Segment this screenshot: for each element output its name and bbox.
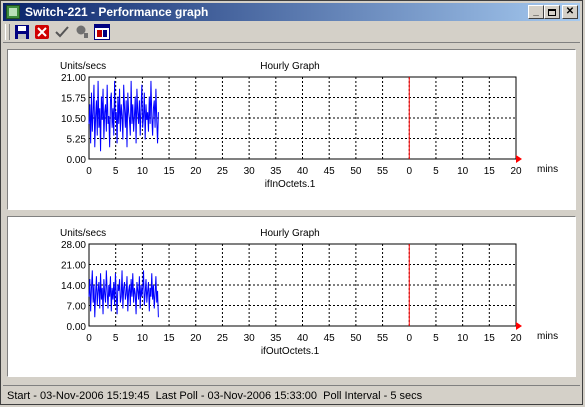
x-tick-label: 5 bbox=[433, 166, 439, 177]
x-tick-label: 5 bbox=[433, 333, 439, 344]
save-button[interactable] bbox=[14, 24, 30, 40]
x-tick-label: 20 bbox=[190, 166, 202, 177]
graph-title: Hourly Graph bbox=[260, 61, 319, 72]
x-tick-label: 45 bbox=[324, 333, 336, 344]
graph-title: Hourly Graph bbox=[260, 228, 319, 239]
y-axis-label: Units/secs bbox=[60, 228, 106, 239]
x-tick-label: 30 bbox=[244, 166, 256, 177]
window-button[interactable] bbox=[94, 24, 110, 40]
minimize-icon: _ bbox=[533, 6, 539, 17]
maximize-icon bbox=[548, 8, 556, 16]
app-icon bbox=[6, 5, 20, 19]
x-tick-label: 15 bbox=[484, 333, 496, 344]
toolbar-grip[interactable] bbox=[5, 24, 10, 40]
out-octets-graph: Units/secs Hourly Graph 28.00 21.00 14.00 7.0… bbox=[60, 228, 558, 357]
x-tick-label: 25 bbox=[217, 333, 229, 344]
x-tick-label: 0 bbox=[406, 166, 412, 177]
y-tick-label: 0.00 bbox=[67, 155, 87, 166]
window-icon bbox=[94, 24, 110, 40]
search-icon bbox=[76, 25, 88, 38]
x-tick-label: 35 bbox=[270, 333, 282, 344]
x-tick-label: 45 bbox=[324, 166, 336, 177]
window-title: Switch-221 - Performance graph bbox=[25, 5, 209, 19]
close-button[interactable]: ✕ bbox=[562, 5, 578, 19]
status-text: Start - 03-Nov-2006 15:19:45 Last Poll -… bbox=[7, 389, 423, 402]
x-tick-label: 0 bbox=[86, 333, 92, 344]
x-tick-label: 30 bbox=[244, 333, 256, 344]
graph-panel-out: Units/secs Hourly Graph 28.00 21.00 14.00 7.0… bbox=[7, 216, 576, 377]
x-tick-label: 0 bbox=[86, 166, 92, 177]
toolbar bbox=[3, 22, 580, 43]
x-tick-label: 15 bbox=[484, 166, 496, 177]
x-tick-label: 50 bbox=[350, 166, 362, 177]
x-tick-label: 35 bbox=[270, 166, 282, 177]
y-tick-label: 21.00 bbox=[61, 73, 86, 84]
x-unit-label: mins bbox=[537, 331, 558, 342]
save-icon bbox=[15, 25, 29, 39]
x-tick-label: 20 bbox=[510, 166, 522, 177]
y-tick-label: 5.25 bbox=[67, 135, 87, 146]
apply-button[interactable] bbox=[54, 24, 70, 40]
status-bar: Start - 03-Nov-2006 15:19:45 Last Poll -… bbox=[3, 385, 580, 405]
x-tick-label: 10 bbox=[137, 333, 149, 344]
y-tick-label: 0.00 bbox=[67, 322, 87, 333]
x-tick-label: 50 bbox=[350, 333, 362, 344]
title-bar[interactable]: Switch-221 - Performance graph _ ✕ bbox=[3, 3, 580, 21]
close-icon: ✕ bbox=[565, 6, 575, 17]
x-tick-label: 20 bbox=[510, 333, 522, 344]
y-tick-label: 10.50 bbox=[61, 114, 86, 125]
delete-button[interactable] bbox=[34, 24, 50, 40]
x-tick-label: 10 bbox=[457, 333, 469, 344]
x-axis-arrow bbox=[516, 322, 522, 330]
maximize-button[interactable] bbox=[544, 5, 560, 19]
graph-panel-in: Units/secs Hourly Graph 21.00 15.75 10.50 5.2… bbox=[7, 49, 576, 210]
x-tick-label: 15 bbox=[164, 166, 176, 177]
y-axis-label: Units/secs bbox=[60, 61, 106, 72]
x-tick-label: 15 bbox=[164, 333, 176, 344]
data-series-line bbox=[88, 270, 159, 318]
x-tick-label: 5 bbox=[113, 333, 119, 344]
x-tick-label: 10 bbox=[137, 166, 149, 177]
find-button[interactable] bbox=[74, 24, 90, 40]
x-axis-label: ifOutOctets.1 bbox=[261, 346, 320, 357]
check-icon bbox=[55, 26, 69, 38]
minimize-button[interactable]: _ bbox=[528, 5, 544, 19]
x-tick-label: 10 bbox=[457, 166, 469, 177]
x-unit-label: mins bbox=[537, 164, 558, 175]
in-octets-graph: Units/secs Hourly Graph 21.00 15.75 10.50 5.2… bbox=[60, 61, 558, 190]
x-axis-arrow bbox=[516, 155, 522, 163]
y-tick-label: 21.00 bbox=[61, 261, 86, 272]
x-tick-label: 25 bbox=[217, 166, 229, 177]
data-series-line bbox=[88, 80, 159, 152]
y-tick-label: 28.00 bbox=[61, 240, 86, 251]
x-tick-label: 55 bbox=[377, 333, 389, 344]
x-tick-label: 20 bbox=[190, 333, 202, 344]
y-tick-label: 15.75 bbox=[61, 94, 86, 105]
x-tick-label: 40 bbox=[297, 166, 309, 177]
performance-graph-window: Switch-221 - Performance graph _ ✕ Units… bbox=[0, 0, 583, 405]
x-tick-label: 40 bbox=[297, 333, 309, 344]
x-tick-label: 5 bbox=[113, 166, 119, 177]
y-tick-label: 14.00 bbox=[61, 281, 86, 292]
x-tick-label: 55 bbox=[377, 166, 389, 177]
x-axis-label: ifInOctets.1 bbox=[265, 179, 316, 190]
x-tick-label: 0 bbox=[406, 333, 412, 344]
y-tick-label: 7.00 bbox=[67, 302, 87, 313]
delete-icon bbox=[35, 25, 49, 39]
